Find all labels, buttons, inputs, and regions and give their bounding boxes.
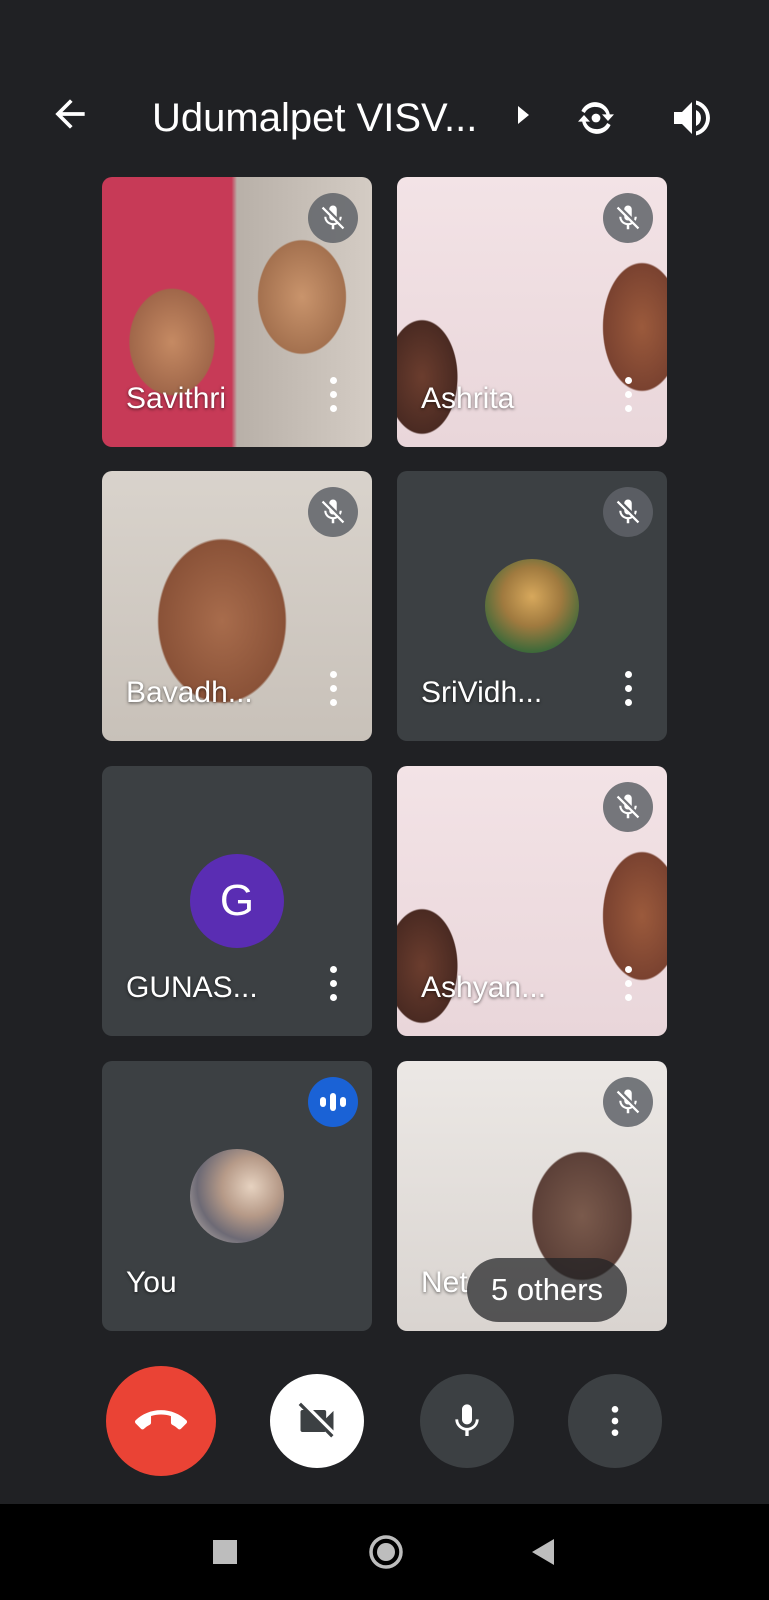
mic-off-icon (616, 499, 640, 524)
participant-tile[interactable]: Savithri (102, 177, 372, 447)
self-tile[interactable]: You (102, 1061, 372, 1331)
call-controls (0, 1362, 769, 1482)
camera-toggle-button[interactable] (270, 1374, 364, 1468)
mic-off-icon (616, 794, 640, 819)
top-bar: Udumalpet VISV... (0, 70, 769, 170)
back-nav-button[interactable] (530, 1532, 556, 1577)
chevron-right-icon[interactable] (518, 106, 529, 124)
participant-name: SriVidh... (421, 676, 543, 709)
more-vert-icon[interactable] (621, 671, 635, 707)
others-count-pill[interactable]: 5 others (467, 1258, 628, 1322)
hang-up-button[interactable] (106, 1366, 216, 1476)
flip-camera-button[interactable] (572, 94, 620, 142)
recents-button[interactable] (212, 1532, 238, 1577)
mic-off-icon (616, 205, 640, 230)
hang-up-icon (135, 1410, 187, 1430)
muted-badge (603, 193, 653, 243)
speaking-indicator-icon (308, 1077, 358, 1127)
participant-tile[interactable]: Bavadh... (102, 471, 372, 741)
avatar: G (190, 854, 284, 948)
microphone-toggle-button[interactable] (420, 1374, 514, 1468)
mic-off-icon (616, 1089, 640, 1114)
participant-name: Bavadh... (126, 676, 253, 709)
back-arrow-icon (55, 99, 85, 129)
muted-badge (603, 487, 653, 537)
system-nav-bar (0, 1504, 769, 1600)
mic-off-icon (321, 499, 345, 524)
participant-name: You (126, 1266, 177, 1299)
camera-off-icon (298, 1402, 334, 1438)
participant-name: Ashrita (421, 382, 515, 415)
back-button[interactable] (48, 92, 92, 136)
triangle-back-icon (532, 1539, 554, 1565)
participant-name: Net (421, 1266, 468, 1299)
more-vert-icon[interactable] (326, 671, 340, 707)
more-vert-icon (611, 1406, 619, 1436)
speaker-icon (674, 100, 710, 136)
audio-output-button[interactable] (668, 94, 716, 142)
muted-badge (603, 782, 653, 832)
participant-name: GUNAS... (126, 971, 258, 1004)
muted-badge (308, 193, 358, 243)
flip-camera-icon (578, 102, 614, 134)
participant-tile[interactable]: Ashyan... (397, 766, 667, 1036)
circle-icon (369, 1535, 403, 1569)
avatar (485, 559, 579, 653)
square-icon (213, 1540, 237, 1564)
more-vert-icon[interactable] (326, 966, 340, 1002)
muted-badge (308, 487, 358, 537)
participant-tile[interactable]: SriVidh... (397, 471, 667, 741)
muted-badge (603, 1077, 653, 1127)
more-vert-icon[interactable] (326, 377, 340, 413)
home-button[interactable] (366, 1532, 406, 1577)
more-vert-icon[interactable] (621, 966, 635, 1002)
more-vert-icon[interactable] (621, 377, 635, 413)
participant-tile[interactable]: G GUNAS... (102, 766, 372, 1036)
avatar (190, 1149, 284, 1243)
mic-off-icon (321, 205, 345, 230)
meeting-title[interactable]: Udumalpet VISV... (152, 94, 477, 142)
mic-icon (455, 1404, 479, 1436)
participant-name: Savithri (126, 382, 227, 415)
more-options-button[interactable] (568, 1374, 662, 1468)
participant-tile[interactable]: Ashrita (397, 177, 667, 447)
participant-name: Ashyan... (421, 971, 547, 1004)
